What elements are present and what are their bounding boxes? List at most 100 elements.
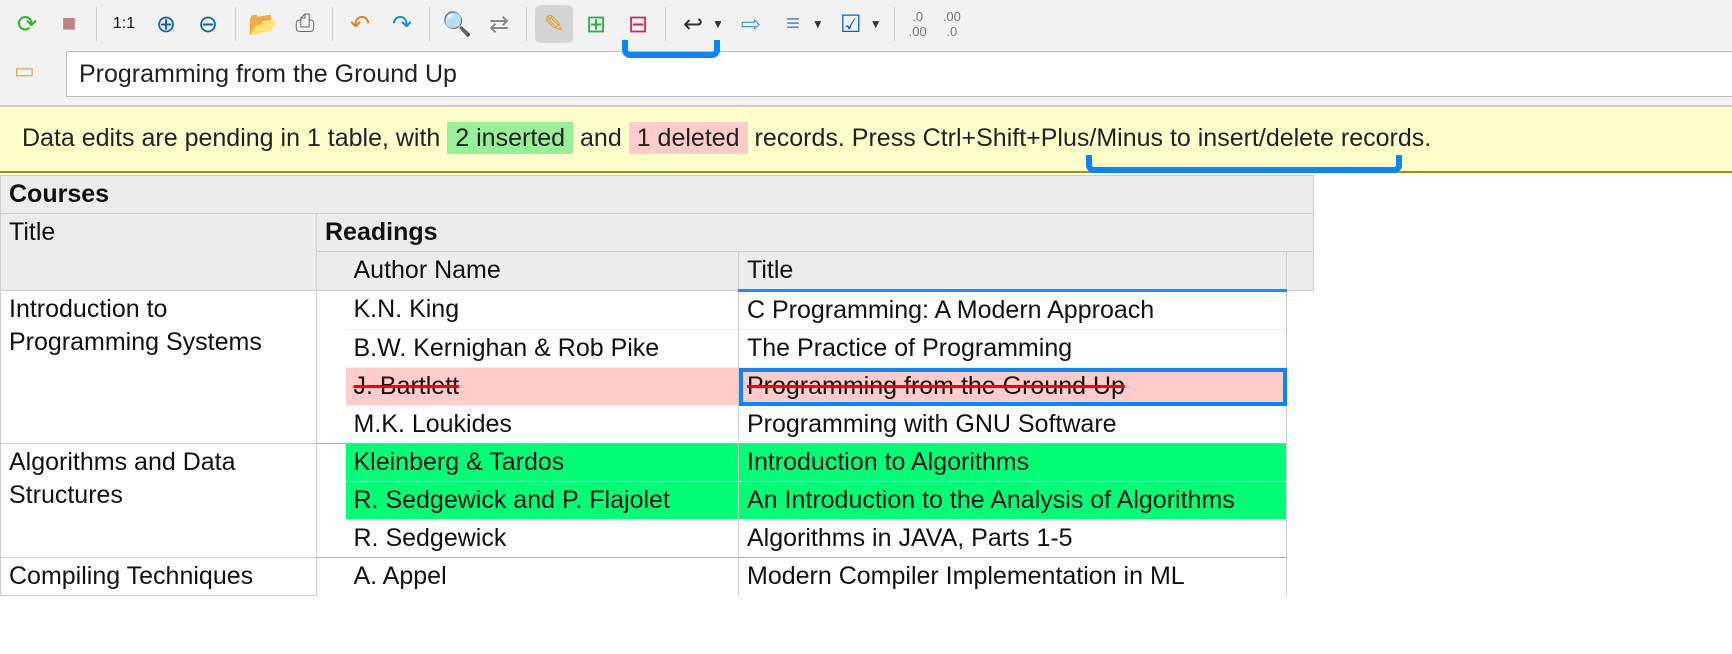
column-header-author[interactable]: Author Name (345, 251, 739, 291)
refresh-icon: ⟳ (16, 10, 38, 38)
decimal-decrease-button[interactable]: .0.00 (909, 9, 927, 39)
decimal-label: .0 (946, 24, 958, 39)
reading-author-cell[interactable]: K.N. King (345, 290, 739, 330)
insert-record-button[interactable]: ⊞ (577, 5, 615, 43)
open-folder-button[interactable]: 📂 (244, 5, 282, 43)
banner-and: and (580, 124, 622, 152)
refresh-button[interactable]: ⟳ (8, 5, 46, 43)
stop-button[interactable]: ■ (50, 5, 88, 43)
annotation-underline-toolbar (622, 40, 720, 58)
checkbox-button[interactable]: ☑ (832, 5, 870, 43)
decimal-label: .0 (912, 9, 924, 24)
reading-author-cell[interactable]: B.W. Kernighan & Rob Pike (345, 329, 739, 368)
find-icon: 🔍 (442, 10, 472, 38)
dropdown-arrow-icon[interactable]: ▼ (712, 17, 724, 31)
reading-author-cell[interactable]: R. Sedgewick (345, 519, 739, 558)
edit-data-icon: ✎ (543, 10, 565, 38)
actual-size-icon: 1:1 (112, 15, 136, 32)
course-title-cell[interactable]: Algorithms and Data Structures (0, 443, 317, 558)
indent-cell (316, 290, 346, 330)
find-replace-icon: ⇄ (488, 10, 510, 38)
reading-title-cell[interactable]: Programming with GNU Software (738, 405, 1287, 444)
reading-title-cell[interactable]: Modern Compiler Implementation in ML (738, 557, 1287, 596)
reading-title-cell[interactable]: Algorithms in JAVA, Parts 1-5 (738, 519, 1287, 558)
undo-button[interactable]: ↶ (341, 5, 379, 43)
dropdown-arrow-icon[interactable]: ▼ (870, 17, 882, 31)
toolbar-separator (429, 7, 430, 41)
align-icon: ≡ (785, 10, 800, 37)
reading-title-cell[interactable]: An Introduction to the Analysis of Algor… (738, 481, 1287, 520)
toolbar-separator (893, 7, 895, 41)
indent-cell (316, 557, 346, 596)
reading-author-cell[interactable]: Kleinberg & Tardos (345, 443, 739, 482)
reading-title-cell[interactable]: C Programming: A Modern Approach (738, 290, 1287, 330)
courses-grid: Courses Title Readings Author Name Title… (0, 175, 1315, 596)
reading-title-cell[interactable]: Introduction to Algorithms (738, 443, 1287, 482)
dropdown-arrow-icon[interactable]: ▼ (812, 17, 824, 31)
redo-icon: ↷ (391, 10, 413, 38)
find-button[interactable]: 🔍 (438, 5, 476, 43)
pending-edits-banner: Data edits are pending in 1 table, with … (0, 106, 1732, 173)
decimal-increase-button[interactable]: .00.0 (943, 9, 961, 39)
cell-icon: ▭ (14, 58, 35, 83)
indent-cell (316, 519, 346, 558)
reading-author-cell[interactable]: M.K. Loukides (345, 405, 739, 444)
inserted-count-badge: 2 inserted (447, 122, 574, 154)
spacer-cell (1287, 330, 1314, 368)
spacer-cell (1287, 482, 1314, 520)
nested-table-header: Readings (315, 213, 1315, 252)
print-button[interactable]: ⎙ (286, 5, 324, 43)
zoom-out-icon: ⊖ (197, 10, 219, 38)
banner-prefix: Data edits are pending in 1 table, with (22, 124, 441, 152)
delete-record-button[interactable]: ⊟ (619, 5, 657, 43)
toolbar: ⟳ ■ 1:1 ⊕ ⊖ 📂 ⎙ ↶ ↷ 🔍 ⇄ ✎ ⊞ ⊟ ↩ ▼ ⇨ ≡ ▼ ☑ ▼ .0.00.00.0 (0, 0, 1732, 48)
redo-button[interactable]: ↷ (383, 5, 421, 43)
indent-cell (316, 481, 346, 520)
spacer-cell (1287, 406, 1314, 444)
delete-record-icon: ⊟ (627, 10, 649, 38)
course-title-cell[interactable]: Introduction to Programming Systems (0, 290, 317, 444)
actual-size-button[interactable]: 1:1 (105, 5, 143, 43)
deleted-count-badge: 1 deleted (628, 122, 748, 154)
toolbar-separator (96, 7, 97, 41)
cell-value-input[interactable] (66, 51, 1732, 97)
table-name-header: Courses (0, 175, 1315, 214)
indent-cell (316, 405, 346, 444)
spacer-cell (1287, 520, 1314, 558)
column-header-title[interactable]: Title (0, 213, 317, 291)
reading-title-cell[interactable]: Programming from the Ground Up (738, 367, 1287, 406)
course-title-cell[interactable]: Compiling Techniques (0, 557, 317, 596)
indent-cell (316, 443, 346, 482)
insert-record-icon: ⊞ (585, 10, 607, 38)
edit-data-button[interactable]: ✎ (535, 5, 573, 43)
toolbar-separator (235, 7, 236, 41)
table-row: Compiling Techniques A. Appel Modern Compi… (0, 557, 1314, 596)
column-header-reading-title[interactable]: Title (738, 251, 1287, 292)
zoom-in-icon: ⊕ (155, 10, 177, 38)
table-row: Algorithms and Data Structures Kleinberg … (0, 443, 1314, 558)
reading-title-cell[interactable]: The Practice of Programming (738, 329, 1287, 368)
table-row: Introduction to Programming Systems K.N. … (0, 290, 1314, 444)
toolbar-separator (526, 7, 527, 41)
export-button[interactable]: ⇨ (732, 5, 770, 43)
zoom-in-button[interactable]: ⊕ (147, 5, 185, 43)
find-replace-button[interactable]: ⇄ (480, 5, 518, 43)
cell-editor-row: ▭ (0, 48, 1732, 106)
toolbar-separator (665, 7, 666, 41)
spacer-cell (1287, 558, 1314, 596)
wrap-icon: ↩ (682, 10, 704, 38)
decimal-label: .00 (942, 9, 961, 24)
indent-cell (316, 329, 346, 368)
reading-author-cell[interactable]: R. Sedgewick and P. Flajolet (345, 481, 739, 520)
align-button[interactable]: ≡ (774, 5, 812, 43)
wrap-button[interactable]: ↩ (674, 5, 712, 43)
reading-author-cell[interactable]: A. Appel (345, 557, 739, 596)
undo-icon: ↶ (349, 10, 371, 38)
open-folder-icon: 📂 (248, 10, 278, 38)
banner-suffix: records. Press Ctrl+Shift+Plus/Minus to … (754, 124, 1432, 152)
reading-author-cell[interactable]: J. Bartlett (345, 367, 739, 406)
stop-icon: ■ (61, 10, 77, 37)
zoom-out-button[interactable]: ⊖ (189, 5, 227, 43)
decimal-label: .00 (908, 24, 927, 39)
print-icon: ⎙ (295, 10, 315, 37)
